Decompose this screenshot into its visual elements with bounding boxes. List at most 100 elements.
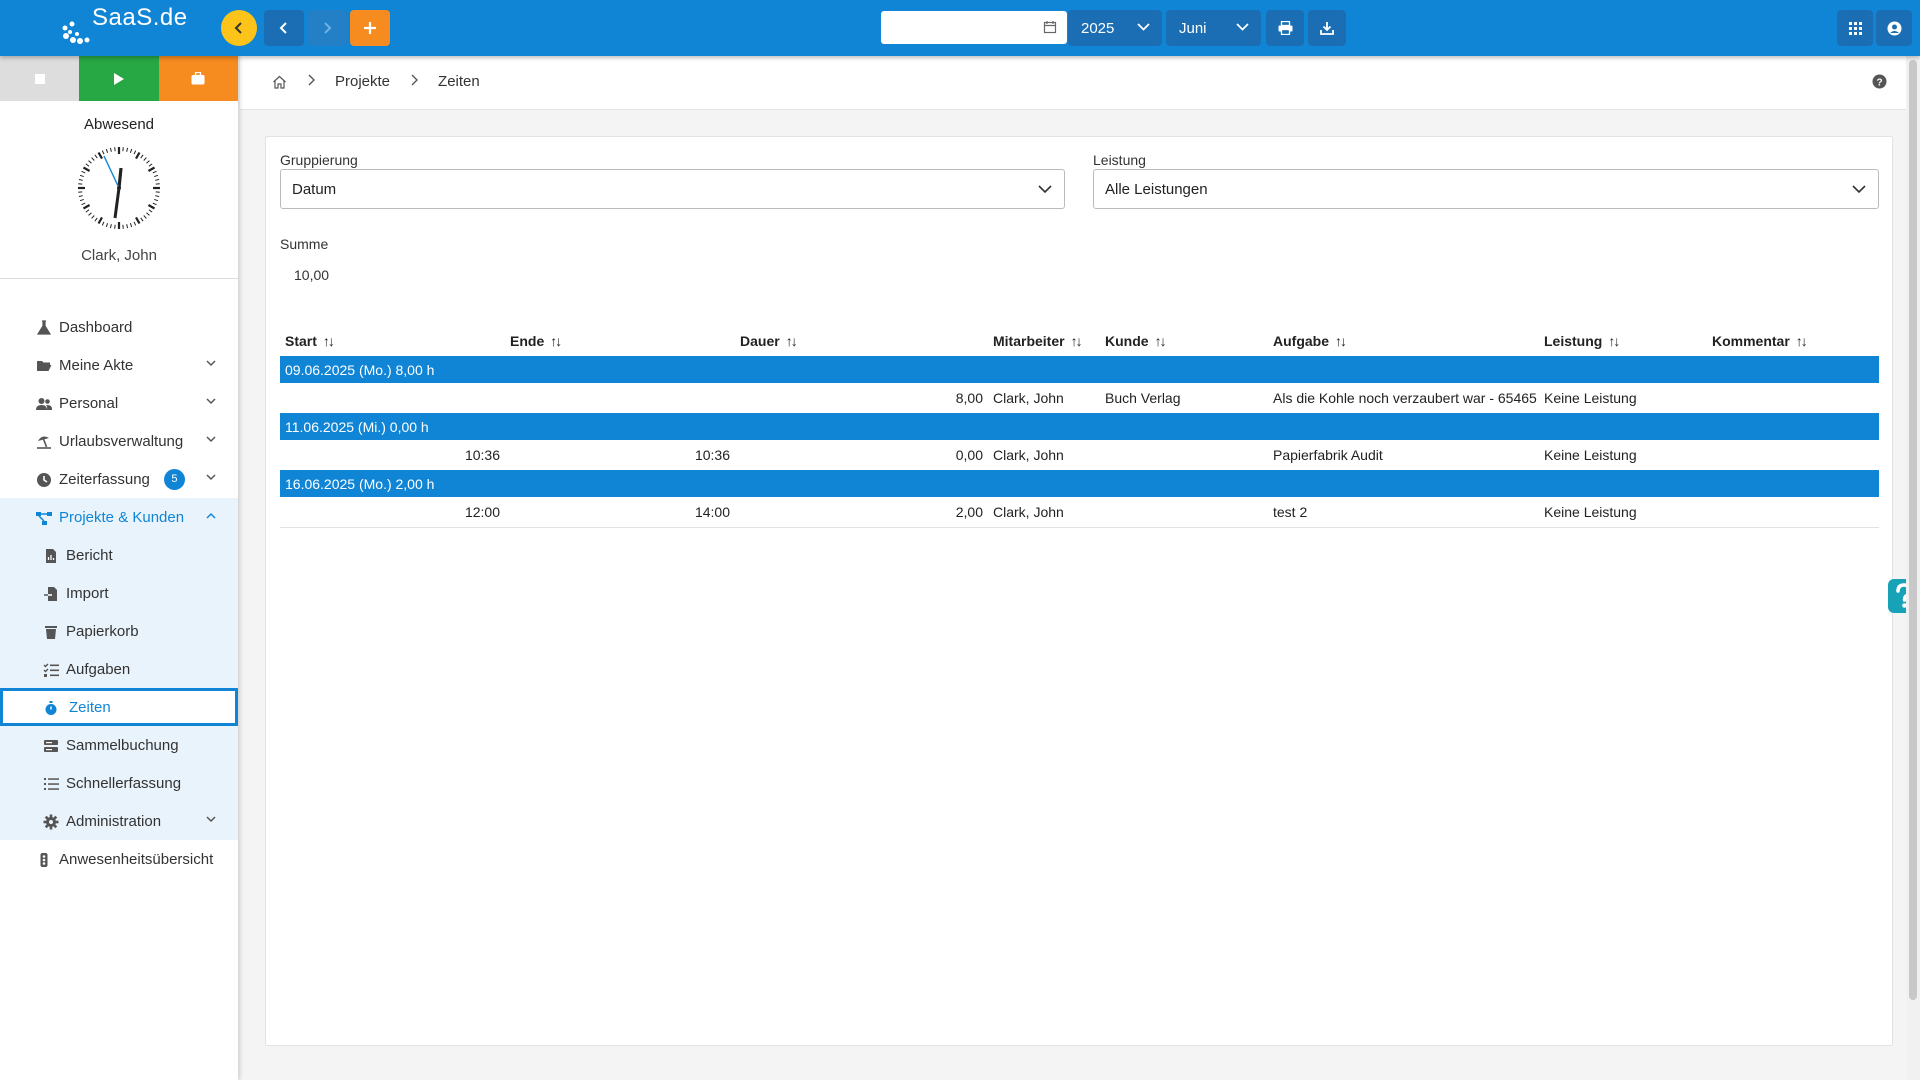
grid-icon xyxy=(1848,21,1862,35)
sort-icon[interactable]: ↑↓ xyxy=(323,333,335,349)
chevron-right-icon xyxy=(324,22,332,34)
folder-open-icon xyxy=(37,361,52,371)
sidebar-item-anwesenheitsuebersicht[interactable]: Anwesenheitsübersicht xyxy=(0,840,238,878)
sidebar-item-personal[interactable]: Personal xyxy=(0,384,238,422)
sidebar-item-urlaubsverwaltung[interactable]: Urlaubsverwaltung xyxy=(0,422,238,460)
sidebar-item-label: Meine Akte xyxy=(59,356,134,374)
month-select[interactable]: Juni xyxy=(1166,10,1261,46)
table-row[interactable]: 10:36 10:36 0,00 Clark, John Papierfabri… xyxy=(280,440,1879,470)
start-button[interactable] xyxy=(79,56,159,101)
sort-icon[interactable]: ↑↓ xyxy=(550,333,562,349)
table-row[interactable]: 8,00 Clark, John Buch Verlag Als die Koh… xyxy=(280,383,1879,413)
cell-duration: 2,00 xyxy=(740,497,993,528)
sidebar-item-zeiterfassung[interactable]: Zeiterfassung 5 xyxy=(0,460,238,498)
layers-icon xyxy=(44,740,58,752)
month-select-value: Juni xyxy=(1179,19,1207,37)
back-button[interactable] xyxy=(264,10,304,46)
chevron-left-icon xyxy=(279,22,287,34)
briefcase-icon xyxy=(191,72,205,85)
sidebar-divider xyxy=(0,278,238,279)
sidebar-item-meine-akte[interactable]: Meine Akte xyxy=(0,346,238,384)
sort-icon[interactable]: ↑↓ xyxy=(1155,333,1167,349)
grouping-select[interactable]: Datum xyxy=(280,169,1065,209)
cell-start xyxy=(280,383,510,413)
service-select[interactable]: Alle Leistungen xyxy=(1093,169,1879,209)
sidebar-item-import[interactable]: Import xyxy=(0,574,238,612)
table-header-row: Start ↑↓ Ende ↑↓ Dauer ↑↓ Mitarbeiter ↑↓ Kun… xyxy=(280,326,1879,356)
cell-duration: 8,00 xyxy=(955,390,983,406)
sidebar-item-aufgaben[interactable]: Aufgaben xyxy=(0,650,238,688)
analog-clock xyxy=(78,147,160,229)
chevron-right-icon xyxy=(308,74,315,86)
break-button[interactable] xyxy=(158,56,238,101)
date-input[interactable] xyxy=(881,11,1067,44)
help-icon[interactable]: ? xyxy=(1872,74,1887,89)
collapse-sidebar-button[interactable] xyxy=(221,10,257,46)
svg-text:?: ? xyxy=(1876,77,1882,88)
breadcrumb-item-current: Zeiten xyxy=(438,73,480,90)
sort-icon[interactable]: ↑↓ xyxy=(1608,333,1620,349)
add-button[interactable] xyxy=(350,10,390,46)
apps-button[interactable] xyxy=(1837,10,1873,46)
cell-task: test 2 xyxy=(1273,497,1544,528)
tasks-icon xyxy=(43,663,59,677)
attendance-status: Abwesend xyxy=(83,116,155,133)
group-title: 11.06.2025 (Mi.) 0,00 h xyxy=(280,413,1879,440)
column-header-mitarbeiter[interactable]: Mitarbeiter ↑↓ xyxy=(993,326,1105,356)
service-label: Leistung xyxy=(1093,152,1146,168)
group-header-row[interactable]: 16.06.2025 (Mo.) 2,00 h xyxy=(280,470,1879,497)
users-icon xyxy=(36,398,52,410)
cell-end: 10:36 xyxy=(694,447,730,463)
group-header-row[interactable]: 11.06.2025 (Mi.) 0,00 h xyxy=(280,413,1879,440)
trash-icon xyxy=(45,626,57,639)
sidebar-item-label: Dashboard xyxy=(59,318,133,336)
column-header-kunde[interactable]: Kunde ↑↓ xyxy=(1105,326,1273,356)
sidebar-item-administration[interactable]: Administration xyxy=(0,802,238,840)
group-title: 16.06.2025 (Mo.) 2,00 h xyxy=(280,470,1879,497)
play-icon xyxy=(113,72,124,85)
column-header-leistung[interactable]: Leistung ↑↓ xyxy=(1544,326,1712,356)
print-button[interactable] xyxy=(1266,10,1304,46)
column-header-aufgabe[interactable]: Aufgabe ↑↓ xyxy=(1273,326,1544,356)
stop-button[interactable] xyxy=(0,56,80,101)
year-select[interactable]: 2025 xyxy=(1068,10,1162,46)
column-header-ende[interactable]: Ende ↑↓ xyxy=(510,326,740,356)
sort-icon[interactable]: ↑↓ xyxy=(1335,333,1347,349)
column-header-kommentar[interactable]: Kommentar ↑↓ xyxy=(1712,326,1879,356)
sidebar-item-label: Anwesenheitsübersicht xyxy=(59,850,214,868)
service-select-value: Alle Leistungen xyxy=(1105,180,1208,198)
sum-value: 10,00 xyxy=(294,267,330,283)
cell-service: Keine Leistung xyxy=(1544,497,1712,528)
sidebar-item-sammelbuchung[interactable]: Sammelbuchung xyxy=(0,726,238,764)
forward-button[interactable] xyxy=(307,10,347,46)
sort-icon[interactable]: ↑↓ xyxy=(1071,333,1083,349)
column-header-start[interactable]: Start ↑↓ xyxy=(280,326,510,356)
download-button[interactable] xyxy=(1308,10,1346,46)
cell-employee: Clark, John xyxy=(993,497,1105,528)
group-header-row[interactable]: 09.06.2025 (Mo.) 8,00 h xyxy=(280,356,1879,383)
table-row[interactable]: 12:00 14:00 2,00 Clark, John test 2 Kein… xyxy=(280,497,1879,528)
column-header-dauer[interactable]: Dauer ↑↓ xyxy=(740,326,993,356)
sidebar-item-schnellerfassung[interactable]: Schnellerfassung xyxy=(0,764,238,802)
sidebar-item-projekte-kunden[interactable]: Projekte & Kunden xyxy=(0,498,238,536)
breadcrumb-item[interactable]: Projekte xyxy=(335,73,390,90)
chevron-down-icon xyxy=(1137,23,1150,31)
chevron-down-icon xyxy=(206,360,216,367)
sidebar-item-dashboard[interactable]: Dashboard xyxy=(0,308,238,346)
user-menu-button[interactable] xyxy=(1876,10,1912,46)
sidebar-nav: Dashboard Meine Akte Personal Urlaubsver… xyxy=(0,308,238,878)
page-scrollbar[interactable] xyxy=(1906,56,1920,1080)
sidebar-item-bericht[interactable]: Bericht xyxy=(0,536,238,574)
times-card: Gruppierung Datum Leistung Alle Leistung… xyxy=(265,136,1893,1046)
home-icon[interactable] xyxy=(272,75,287,89)
sort-icon[interactable]: ↑↓ xyxy=(1796,333,1808,349)
scrollbar-thumb[interactable] xyxy=(1909,60,1917,1000)
cell-comment xyxy=(1712,440,1879,470)
cell-duration: 0,00 xyxy=(955,447,983,463)
calendar-icon[interactable] xyxy=(1043,20,1057,34)
sidebar-item-zeiten[interactable]: Zeiten xyxy=(0,688,238,726)
cell-customer: Buch Verlag xyxy=(1105,390,1181,406)
sort-icon[interactable]: ↑↓ xyxy=(786,333,798,349)
logo-text[interactable]: SaaS.de xyxy=(92,4,188,32)
sidebar-item-papierkorb[interactable]: Papierkorb xyxy=(0,612,238,650)
